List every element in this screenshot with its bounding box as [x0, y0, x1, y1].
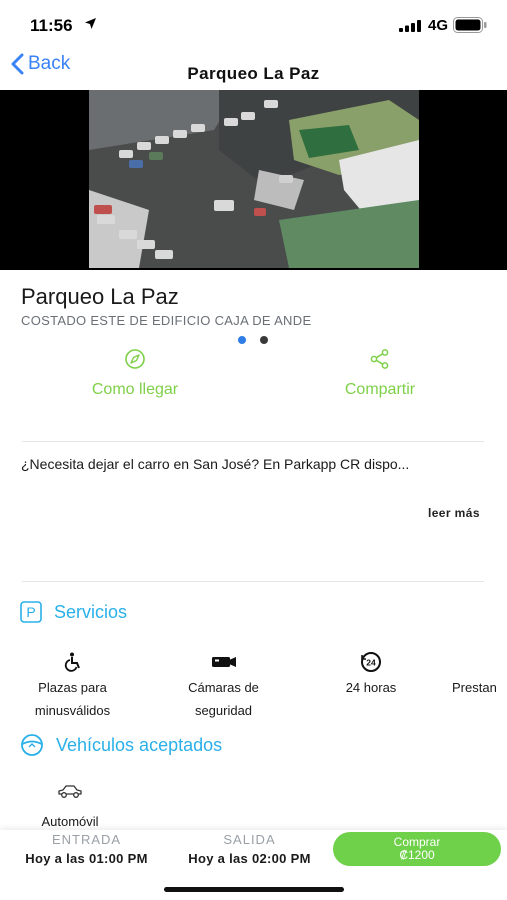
divider: [22, 441, 484, 442]
vehicles-header: Vehículos aceptados: [20, 733, 222, 757]
share-button[interactable]: Compartir: [320, 348, 440, 399]
network-type: 4G: [428, 17, 449, 34]
nav-bar: Back Parqueo La Paz: [0, 50, 507, 90]
vehicle-item: Automóvil: [30, 783, 110, 829]
directions-label: Como llegar: [91, 381, 179, 398]
wheelchair-icon: [64, 652, 80, 672]
parking-icon: P: [20, 601, 42, 623]
vehicle-label: Automóvil: [41, 814, 99, 829]
steering-wheel-icon: [21, 734, 43, 756]
entry-value: Hoy a las 01:00 PM: [25, 851, 148, 866]
place-address: COSTADO ESTE DE EDIFICIO CAJA DE ANDE: [21, 313, 312, 328]
description-text: ¿Necesita dejar el carro en San José? En…: [21, 456, 410, 472]
svg-text:P: P: [26, 604, 35, 620]
carousel-dot[interactable]: [260, 336, 268, 344]
status-time: 11:56: [30, 16, 73, 35]
car-icon: [58, 785, 82, 798]
entry-time-selector[interactable]: ENTRADA Hoy a las 01:00 PM: [8, 832, 165, 866]
service-item: Plazas para minusválidos: [15, 650, 130, 722]
battery-icon: [453, 17, 487, 33]
svg-text:24: 24: [366, 658, 376, 668]
divider: [22, 581, 484, 582]
service-label: Plazas para: [38, 680, 107, 695]
photo-carousel[interactable]: [0, 90, 507, 344]
signal-strength-icon: [399, 20, 421, 32]
buy-price: ₡1200: [399, 848, 435, 862]
service-item: 24 24 horas: [326, 650, 416, 699]
parking-lot-aerial-photo: [89, 90, 419, 268]
place-title: Parqueo La Paz: [21, 284, 179, 309]
service-item: Prestan: [452, 650, 507, 699]
service-label: Prestan: [452, 680, 497, 695]
buy-label: Comprar: [393, 835, 441, 849]
service-label: Cámaras de: [188, 680, 259, 695]
carousel-dot-active[interactable]: [238, 336, 246, 344]
read-more-link[interactable]: leer más: [428, 506, 480, 520]
share-icon: [370, 349, 389, 369]
status-bar: 11:56 4G: [0, 0, 507, 50]
exit-value: Hoy a las 02:00 PM: [188, 851, 311, 866]
service-item: Cámaras de seguridad: [166, 650, 281, 722]
security-camera-icon: [211, 657, 236, 667]
nav-title: Parqueo La Paz: [187, 64, 320, 83]
location-arrow-icon: [85, 18, 96, 29]
services-header: P Servicios: [20, 601, 127, 623]
service-label: seguridad: [194, 703, 253, 718]
service-label: 24 horas: [345, 680, 397, 695]
home-indicator[interactable]: [164, 887, 344, 892]
exit-label: SALIDA: [223, 832, 276, 847]
directions-button[interactable]: Como llegar: [70, 348, 200, 399]
compass-icon: [125, 349, 145, 369]
24-hours-icon: 24: [361, 652, 381, 672]
share-label: Compartir: [344, 381, 416, 398]
services-title: Servicios: [54, 601, 128, 622]
entry-label: ENTRADA: [51, 832, 122, 847]
buy-button[interactable]: Comprar ₡1200: [333, 832, 501, 866]
service-label: minusválidos: [34, 703, 111, 718]
vehicles-title: Vehículos aceptados: [56, 734, 223, 755]
exit-time-selector[interactable]: SALIDA Hoy a las 02:00 PM: [171, 832, 328, 866]
